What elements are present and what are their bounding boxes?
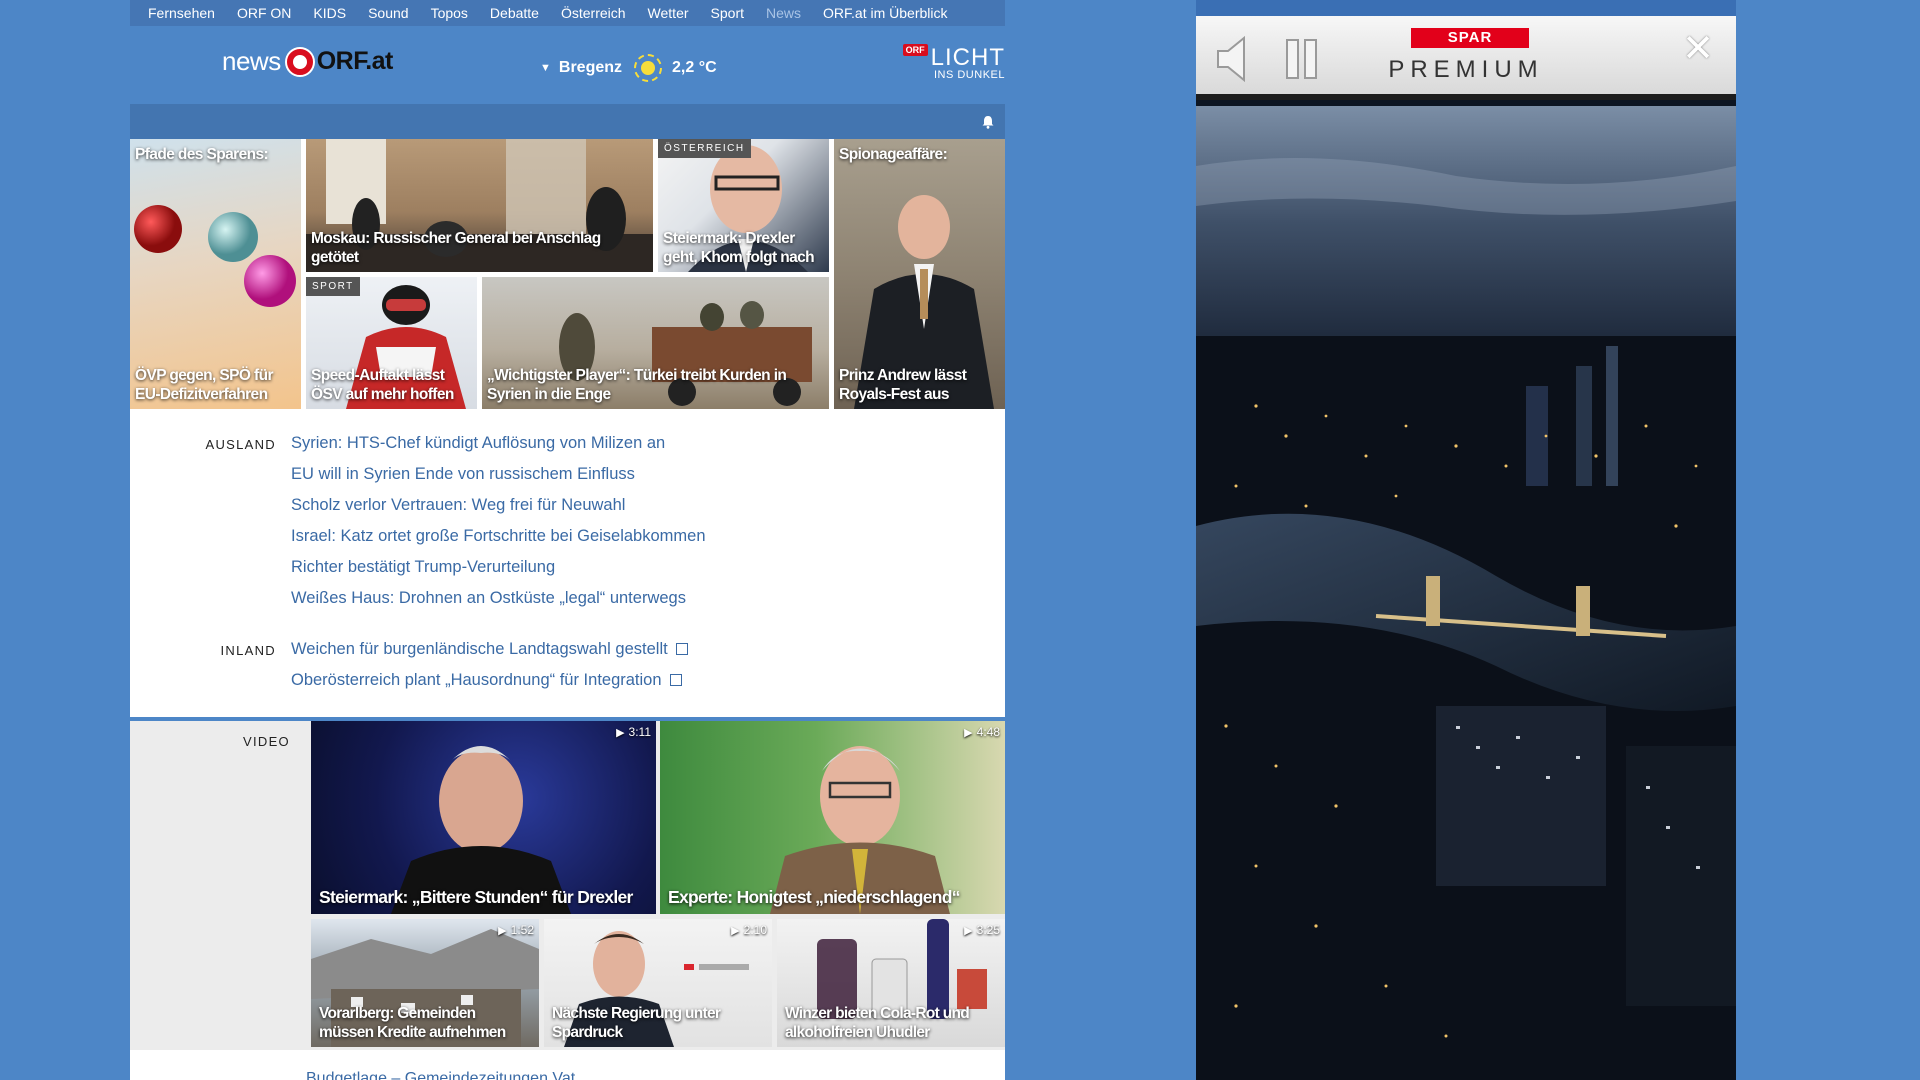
headline-list: Weichen für burgenländische Landtagswahl… [291,639,688,701]
close-icon[interactable]: ✕ [1682,30,1714,68]
teaser-sport-title: Speed-Auftakt lässt ÖSV auf mehr hoffen [311,367,454,403]
headline-lists: AUSLAND Syrien: HTS-Chef kündigt Auflösu… [130,409,1005,717]
chevron-down-icon: ▼ [540,62,551,74]
bell-icon[interactable] [981,115,995,129]
logo-news-text: news [222,46,281,76]
licht-subtitle: INS DUNKEL [933,69,1005,81]
teaser-sport[interactable]: SPORT Speed-Auftakt lässt ÖSV auf mehr h… [306,277,477,409]
teaser-moskau-title: Moskau: Russischer General bei Anschlag … [311,230,601,266]
video-duration: 3:25 [964,923,1000,937]
nav-oesterreich[interactable]: Österreich [561,5,626,21]
orf-badge: ORF [902,44,928,56]
video-duration: 1:52 [498,923,534,937]
teaser-tuerkei[interactable]: „Wichtigster Player“: Türkei treibt Kurd… [482,277,829,409]
weather-temperature: 2,2 °C [672,59,717,76]
logo-orf-text: ORF.at [316,47,394,75]
headline-link-external[interactable]: Weichen für burgenländische Landtagswahl… [291,639,688,670]
video-duration: 3:11 [616,725,651,739]
nav-wetter[interactable]: Wetter [648,5,689,21]
headline-link[interactable]: Budgetlage – Gemeindezeitungen Vat… [306,1070,591,1080]
teaser-moskau[interactable]: Moskau: Russischer General bei Anschlag … [306,139,653,272]
video-section: VIDEO 3:11 Steiermark: „Bittere Stunden“… [130,721,1005,1050]
section-label: AUSLAND [205,437,276,452]
video-thumbnail [391,746,571,914]
sub-bar [130,104,1005,139]
licht-title: LICHT [930,44,1005,71]
nav-news[interactable]: News [766,5,801,21]
nav-sound[interactable]: Sound [368,5,408,21]
weather-widget[interactable]: ▼ Bregenz 2,2 °C [540,54,717,82]
section-ausland: AUSLAND Syrien: HTS-Chef kündigt Auflösu… [130,433,1005,619]
headline-text: Weichen für burgenländische Landtagswahl… [291,640,668,658]
headline-text: Oberösterreich plant „Hausordnung“ für I… [291,671,662,689]
headline-link[interactable]: EU will in Syrien Ende von russischem Ei… [291,464,706,495]
teaser-sparen-kicker: Pfade des Sparens: [135,146,269,163]
ad-title: PREMIUM [1388,56,1544,83]
headline-link[interactable]: Richter bestätigt Trump-Verurteilung [291,557,706,588]
video-title: Steiermark: „Bittere Stunden“ für Drexle… [319,887,633,907]
spar-logo: SPAR [1411,28,1529,48]
teaser-spionage-title: Prinz Andrew lässt Royals-Fest aus [839,367,967,403]
video-duration: 2:10 [731,923,767,937]
ad-top-strip [1196,0,1736,16]
video-tile[interactable]: 2:10 Nächste Regierung unter Spardruck [544,919,772,1047]
sun-icon [634,54,663,82]
video-tile[interactable]: 3:11 Steiermark: „Bittere Stunden“ für D… [311,721,656,914]
headline-link[interactable]: Scholz verlor Vertrauen: Weg frei für Ne… [291,495,706,526]
headline-link[interactable]: Weißes Haus: Drohnen an Ostküste „legal“… [291,588,706,619]
news-page: Fernsehen ORF ON KIDS Sound Topos Debatt… [130,0,1005,1080]
top-navigation: Fernsehen ORF ON KIDS Sound Topos Debatt… [130,0,1005,26]
headline-link[interactable]: Syrien: HTS-Chef kündigt Auflösung von M… [291,433,706,464]
teaser-sparen-title: ÖVP gegen, SPÖ für EU-Defizitverfahren [135,367,274,403]
headline-link-external[interactable]: Oberösterreich plant „Hausordnung“ für I… [291,670,688,701]
video-tile[interactable]: 3:25 Winzer bieten Cola-Rot und alkoholf… [777,919,1005,1047]
video-title: Nächste Regierung unter Spardruck [552,1005,721,1041]
category-tag: ÖSTERREICH [658,139,751,158]
section-label: INLAND [220,643,276,658]
weather-location: Bregenz [558,59,623,76]
news-orf-logo[interactable]: news ORF.at [222,46,393,77]
orf-eye-icon [286,48,313,75]
video-ad-panel[interactable]: SPAR PREMIUM ✕ [1196,0,1736,1080]
section-inland: INLAND Weichen für burgenländische Landt… [130,639,1005,701]
ad-control-bar: SPAR PREMIUM ✕ [1196,16,1736,100]
video-duration: 4:48 [964,725,1000,739]
category-tag: SPORT [306,277,360,296]
nav-orf-on[interactable]: ORF ON [237,5,291,21]
nav-sport[interactable]: Sport [711,5,744,21]
nav-orf-overview[interactable]: ORF.at im Überblick [823,5,947,21]
video-title: Experte: Honigtest „niederschlagend“ [668,887,961,907]
nav-kids[interactable]: KIDS [313,5,346,21]
teaser-sparen[interactable]: Pfade des Sparens: ÖVP gegen, SPÖ für EU… [130,139,301,409]
teaser-steiermark[interactable]: ÖSTERREICH Steiermark: Drexler geht, Kho… [658,139,829,272]
external-link-icon [669,674,682,686]
video-tile[interactable]: 1:52 Vorarlberg: Gemeinden müssen Kredit… [311,919,539,1047]
video-tile[interactable]: 4:48 Experte: Honigtest „niederschlagend… [660,721,1005,914]
london-night-video [1196,106,1736,1080]
top-teasers: Pfade des Sparens: ÖVP gegen, SPÖ für EU… [130,139,1005,409]
video-title: Vorarlberg: Gemeinden müssen Kredite auf… [319,1005,506,1041]
nav-topos[interactable]: Topos [431,5,468,21]
teaser-spionage-kicker: Spionageaffäre: [839,146,948,163]
nav-debatte[interactable]: Debatte [490,5,539,21]
headline-list: Syrien: HTS-Chef kündigt Auflösung von M… [291,433,706,619]
video-thumbnail [770,746,950,914]
licht-ins-dunkel-logo[interactable]: ORF LICHT INS DUNKEL [902,44,1005,81]
section-label: VIDEO [243,734,290,749]
nav-fernsehen[interactable]: Fernsehen [148,5,215,21]
external-link-icon [675,643,688,655]
site-header: news ORF.at ▼ Bregenz 2,2 °C ORF LICHT IN… [130,26,1005,104]
teaser-steiermark-title: Steiermark: Drexler geht, Khom folgt nac… [663,230,815,266]
teaser-spionage[interactable]: Spionageaffäre: Prinz Andrew lässt Royal… [834,139,1005,409]
teaser-tuerkei-title: „Wichtigster Player“: Türkei treibt Kurd… [487,367,787,403]
next-section-peek: Budgetlage – Gemeindezeitungen Vat… [130,1050,1005,1080]
headline-link[interactable]: Israel: Katz ortet große Fortschritte be… [291,526,706,557]
video-title: Winzer bieten Cola-Rot und alkoholfreien… [785,1005,970,1041]
